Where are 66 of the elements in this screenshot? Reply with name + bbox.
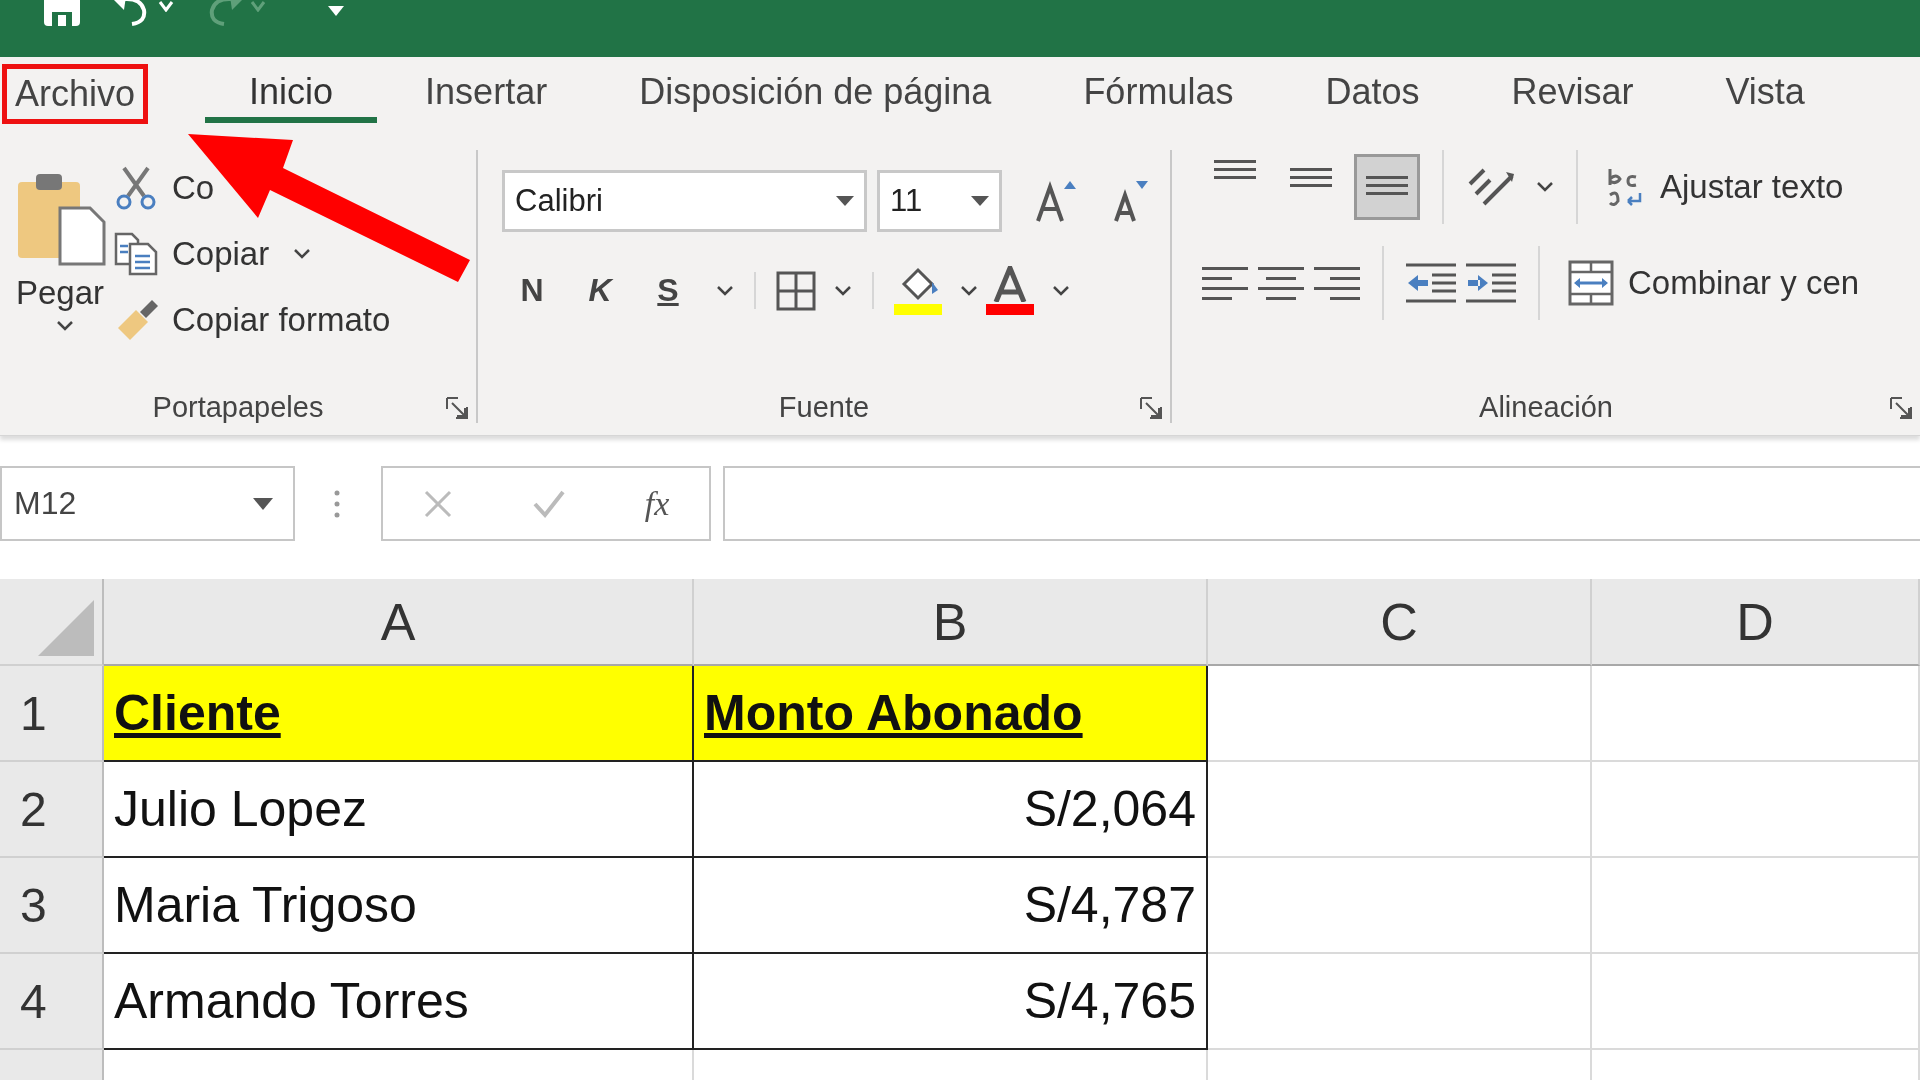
dialog-launcher-icon[interactable] [446, 397, 468, 419]
ribbon-tab[interactable]: Vista [1681, 64, 1849, 123]
column-header[interactable]: C [1208, 579, 1592, 666]
ribbon-tab[interactable]: Fórmulas [1039, 64, 1278, 123]
insert-function-button[interactable]: fx [644, 484, 670, 523]
fill-color-button[interactable] [894, 266, 942, 315]
dialog-launcher-icon[interactable] [1890, 397, 1912, 419]
chevron-icon[interactable] [1052, 284, 1070, 297]
bottom-align-icon[interactable] [1354, 154, 1420, 220]
ribbon-tab[interactable]: Archivo [3, 64, 148, 123]
cut-button[interactable]: Co [114, 166, 391, 210]
chevron-icon[interactable] [960, 284, 978, 297]
row-header[interactable]: 3 [0, 858, 104, 954]
ribbon-tab[interactable]: Disposición de página [595, 64, 1036, 123]
chevron-icon [293, 248, 312, 260]
format-painter-button[interactable]: Copiar formato [114, 298, 391, 342]
scissors-icon [114, 166, 158, 210]
table-cell: S/4,787 [694, 858, 1208, 954]
ribbon-tab[interactable]: Datos [1281, 64, 1464, 123]
font-size-field[interactable]: 11 [877, 170, 1002, 232]
dropdown-arrow-icon [971, 196, 989, 206]
chevron-icon[interactable] [1536, 181, 1554, 193]
table-cell: Maria Trigoso [104, 858, 694, 954]
merge-cells-icon [1568, 260, 1614, 306]
font-color-button[interactable] [986, 266, 1034, 315]
italic-button[interactable]: K [570, 272, 630, 309]
more-options-icon[interactable] [333, 488, 341, 519]
chevron-icon [56, 320, 74, 332]
decrease-indent-icon[interactable] [1406, 261, 1456, 305]
column-header[interactable]: A [104, 579, 694, 666]
ribbon-tab[interactable]: Inicio [205, 64, 378, 123]
table-cell: S/4,765 [694, 954, 1208, 1050]
dialog-launcher-icon[interactable] [1140, 397, 1162, 419]
column-header[interactable]: B [694, 579, 1208, 666]
chevron-icon [250, 0, 266, 12]
table-cell: S/2,064 [694, 762, 1208, 858]
table-cell: Julio Lopez [104, 762, 694, 858]
wrap-text-button[interactable]: Ajustar texto [1606, 165, 1844, 209]
dropdown-arrow-icon [253, 497, 273, 510]
save-icon[interactable] [42, 0, 82, 28]
font-name-field[interactable]: Calibri [502, 170, 867, 232]
formula-input[interactable] [723, 466, 1920, 541]
header-cell: Cliente [114, 684, 281, 742]
row-header[interactable]: 1 [0, 666, 104, 762]
ribbon-tab[interactable]: Revisar [1467, 64, 1678, 123]
copy-icon [114, 232, 158, 276]
table-cell: Armando Torres [104, 954, 694, 1050]
borders-icon[interactable] [776, 270, 816, 311]
merge-center-button[interactable]: Combinar y cen [1568, 260, 1860, 306]
dropdown-arrow-icon [836, 196, 854, 206]
group-label: Portapapeles [152, 390, 324, 424]
row-header[interactable]: 2 [0, 762, 104, 858]
group-label: Fuente [778, 390, 870, 424]
paste-button[interactable]: Pegar [0, 130, 114, 379]
underline-button[interactable]: S [638, 272, 698, 309]
column-header[interactable]: D [1592, 579, 1920, 666]
header-cell: Monto Abonado [704, 684, 1083, 742]
group-label: Alineación [1479, 390, 1613, 424]
bold-button[interactable]: N [502, 272, 562, 309]
ribbon-tab[interactable]: Insertar [381, 64, 592, 123]
name-box[interactable]: M12 [0, 466, 295, 541]
chevron-icon[interactable] [834, 284, 852, 297]
row-header[interactable]: 4 [0, 954, 104, 1050]
chevron-icon[interactable] [716, 284, 734, 297]
increase-indent-icon[interactable] [1466, 261, 1516, 305]
increase-font-icon[interactable] [1034, 179, 1078, 223]
